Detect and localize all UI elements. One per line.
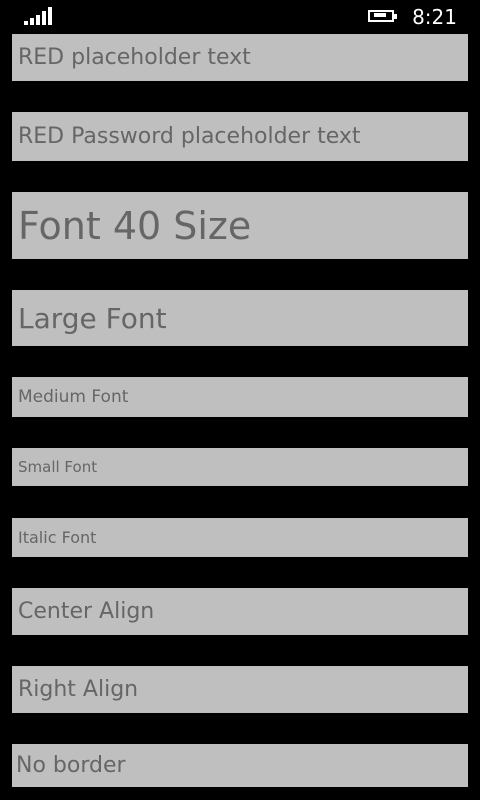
medium-font-placeholder: Medium Font: [18, 387, 129, 407]
center-align-textbox[interactable]: Center Align: [12, 588, 468, 635]
small-font-textbox[interactable]: Small Font: [12, 448, 468, 486]
red-placeholder-textbox[interactable]: RED placeholder text: [12, 34, 468, 81]
italic-font-placeholder: Italic Font: [18, 528, 97, 547]
signal-strength-icon: [24, 7, 54, 25]
font-40-size-textbox[interactable]: Font 40 Size: [12, 192, 468, 259]
status-bar: 8:21: [0, 0, 480, 32]
medium-font-textbox[interactable]: Medium Font: [12, 377, 468, 417]
red-password-placeholder-box[interactable]: RED Password placeholder text: [12, 112, 468, 161]
italic-font-textbox[interactable]: Italic Font: [12, 518, 468, 557]
battery-charging-icon: [368, 8, 402, 24]
no-border-textbox[interactable]: No border: [12, 744, 468, 787]
right-align-textbox[interactable]: Right Align: [12, 666, 468, 713]
phone-screen: 8:21 RED placeholder text RED Password p…: [0, 0, 480, 800]
red-placeholder-text: RED placeholder text: [18, 45, 251, 70]
status-time: 8:21: [412, 5, 457, 29]
right-align-placeholder: Right Align: [18, 677, 139, 702]
no-border-placeholder: No border: [16, 753, 126, 778]
large-font-placeholder: Large Font: [18, 301, 167, 335]
large-font-textbox[interactable]: Large Font: [12, 290, 468, 346]
small-font-placeholder: Small Font: [18, 458, 98, 476]
font-40-size-placeholder: Font 40 Size: [18, 203, 252, 248]
center-align-placeholder: Center Align: [18, 599, 155, 624]
red-password-placeholder-text: RED Password placeholder text: [18, 124, 361, 149]
